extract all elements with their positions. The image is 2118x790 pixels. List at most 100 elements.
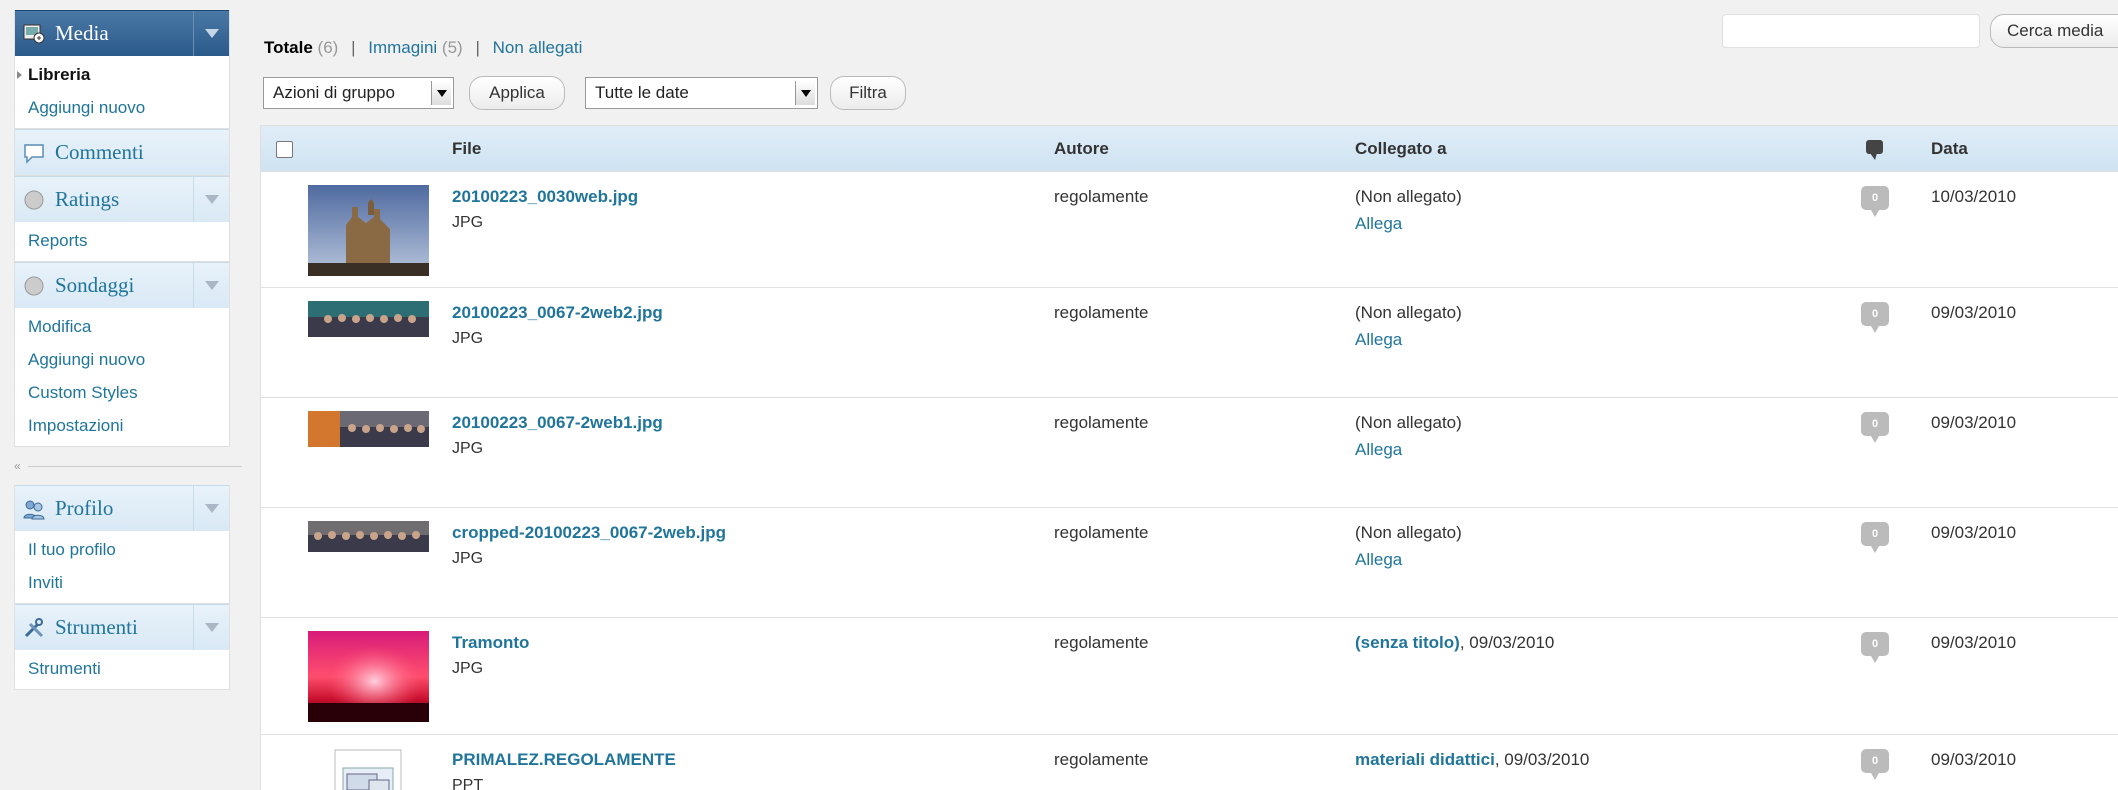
column-attached[interactable]: Collegato a [1355, 126, 1447, 172]
date: 09/03/2010 [1931, 750, 2017, 769]
bulk-actions-select[interactable]: Azioni di gruppo [263, 77, 454, 109]
dropdown-arrow-icon[interactable] [431, 81, 451, 105]
table-row: 20100223_0067-2web2.jpg JPG regolamente … [261, 288, 2118, 398]
separator: | [351, 38, 356, 57]
column-author[interactable]: Autore [1054, 126, 1109, 172]
search-input[interactable] [1722, 14, 1980, 48]
attach-link[interactable]: Allega [1355, 440, 1402, 460]
table-row: Tramonto JPG regolamente (senza titolo),… [261, 618, 2118, 735]
menu-media: Media Libreria Aggiungi nuovo [14, 10, 230, 129]
table-row: 20100223_0067-2web1.jpg JPG regolamente … [261, 398, 2118, 508]
file-name-link[interactable]: cropped-20100223_0067-2web.jpg [452, 523, 726, 543]
file-name-link[interactable]: Tramonto [452, 633, 529, 653]
menu-head-profile[interactable]: Profilo [15, 485, 229, 531]
menu-polls-title: Sondaggi [55, 273, 135, 297]
admin-sidebar: Media Libreria Aggiungi nuovo Commenti R… [14, 10, 242, 690]
filter-total[interactable]: Totale [264, 38, 313, 57]
search-media-button[interactable]: Cerca media [1990, 14, 2118, 48]
menu-head-comments[interactable]: Commenti [15, 129, 229, 175]
chevron-down-icon[interactable] [193, 177, 229, 222]
chevron-down-icon[interactable] [193, 11, 229, 56]
menu-media-title: Media [55, 21, 109, 45]
thumbnail-image[interactable] [308, 411, 429, 447]
collapse-arrow-icon[interactable]: « [14, 459, 21, 473]
filter-images[interactable]: Immagini [368, 38, 437, 57]
date: 09/03/2010 [1931, 413, 2017, 432]
file-name-link[interactable]: PRIMALEZ.REGOLAMENTE [452, 750, 676, 770]
date-filter-value: Tutte le date [595, 83, 689, 102]
sidebar-item-edit[interactable]: Modifica [15, 310, 229, 343]
chevron-down-icon[interactable] [193, 263, 229, 308]
menu-head-ratings[interactable]: Ratings [15, 176, 229, 222]
sidebar-item-add-new-media[interactable]: Aggiungi nuovo [15, 91, 229, 124]
media-table: File Autore Collegato a Data 20100223_00… [260, 125, 2118, 790]
chevron-down-icon[interactable] [193, 605, 229, 650]
menu-tools-title: Strumenti [55, 615, 138, 639]
filter-total-count: (6) [317, 38, 339, 57]
sidebar-item-settings[interactable]: Impostazioni [15, 409, 229, 442]
attached-title: (Non allegato) [1355, 413, 1462, 432]
table-row: cropped-20100223_0067-2web.jpg JPG regol… [261, 508, 2118, 618]
apply-button[interactable]: Applica [469, 76, 565, 110]
menu-head-tools[interactable]: Strumenti [15, 604, 229, 650]
column-file[interactable]: File [452, 126, 481, 172]
attach-link[interactable]: Allega [1355, 214, 1402, 234]
menu-head-media[interactable]: Media [15, 10, 229, 56]
author: regolamente [1054, 750, 1149, 769]
author: regolamente [1054, 303, 1149, 322]
comment-count-badge[interactable]: 0 [1861, 412, 1889, 443]
menu-profile-title: Profilo [55, 496, 114, 520]
thumbnail-image[interactable] [308, 185, 429, 276]
date: 10/03/2010 [1931, 187, 2017, 206]
sidebar-item-tools[interactable]: Strumenti [15, 652, 229, 685]
menu-polls: Sondaggi Modifica Aggiungi nuovo Custom … [14, 262, 230, 447]
circle-icon [21, 187, 47, 213]
attached-date: , 09/03/2010 [1494, 750, 1590, 769]
filter-images-count: (5) [441, 38, 463, 57]
comment-count-badge[interactable]: 0 [1861, 749, 1889, 780]
thumbnail-image[interactable] [308, 301, 429, 337]
collapse-menu[interactable]: « [14, 447, 242, 485]
sidebar-item-your-profile[interactable]: Il tuo profilo [15, 533, 229, 566]
sidebar-item-add-new-poll[interactable]: Aggiungi nuovo [15, 343, 229, 376]
attached-post-link[interactable]: materiali didattici [1355, 750, 1495, 769]
file-type: JPG [452, 214, 484, 231]
attached-to: (Non allegato) [1355, 303, 1462, 323]
attached-post-link[interactable]: (senza titolo) [1355, 633, 1460, 652]
tools-icon [21, 615, 47, 641]
select-all-checkbox[interactable] [276, 141, 293, 158]
file-name-link[interactable]: 20100223_0030web.jpg [452, 187, 638, 207]
comment-count-badge[interactable]: 0 [1861, 302, 1889, 333]
sidebar-item-reports[interactable]: Reports [15, 224, 229, 257]
menu-tools: Strumenti Strumenti [14, 604, 230, 690]
menu-head-polls[interactable]: Sondaggi [15, 262, 229, 308]
document-icon[interactable] [333, 748, 403, 790]
comment-count-badge[interactable]: 0 [1861, 522, 1889, 553]
menu-ratings-title: Ratings [55, 187, 120, 211]
attach-link[interactable]: Allega [1355, 550, 1402, 570]
attached-title: (Non allegato) [1355, 187, 1462, 206]
sidebar-item-library[interactable]: Libreria [15, 58, 229, 91]
comment-count-badge[interactable]: 0 [1861, 632, 1889, 663]
filter-button[interactable]: Filtra [830, 76, 906, 110]
thumbnail-image[interactable] [308, 631, 429, 722]
file-type: JPG [452, 550, 484, 567]
attached-to: (Non allegato) [1355, 523, 1462, 543]
comment-icon[interactable] [1866, 140, 1883, 160]
date-filter-select[interactable]: Tutte le date [585, 77, 818, 109]
file-name-link[interactable]: 20100223_0067-2web1.jpg [452, 413, 663, 433]
date: 09/03/2010 [1931, 523, 2017, 542]
file-name-link[interactable]: 20100223_0067-2web2.jpg [452, 303, 663, 323]
thumbnail-image[interactable] [308, 521, 429, 552]
dropdown-arrow-icon[interactable] [795, 81, 815, 105]
comment-count-badge[interactable]: 0 [1861, 186, 1889, 217]
attach-link[interactable]: Allega [1355, 330, 1402, 350]
chevron-down-icon[interactable] [193, 486, 229, 531]
column-date[interactable]: Data [1931, 126, 1968, 172]
filter-unattached[interactable]: Non allegati [493, 38, 583, 57]
sidebar-item-custom-styles[interactable]: Custom Styles [15, 376, 229, 409]
table-row: PRIMALEZ.REGOLAMENTE PPT regolamente mat… [261, 735, 2118, 790]
author: regolamente [1054, 187, 1149, 206]
attached-date: , 09/03/2010 [1459, 633, 1555, 652]
sidebar-item-invites[interactable]: Inviti [15, 566, 229, 599]
